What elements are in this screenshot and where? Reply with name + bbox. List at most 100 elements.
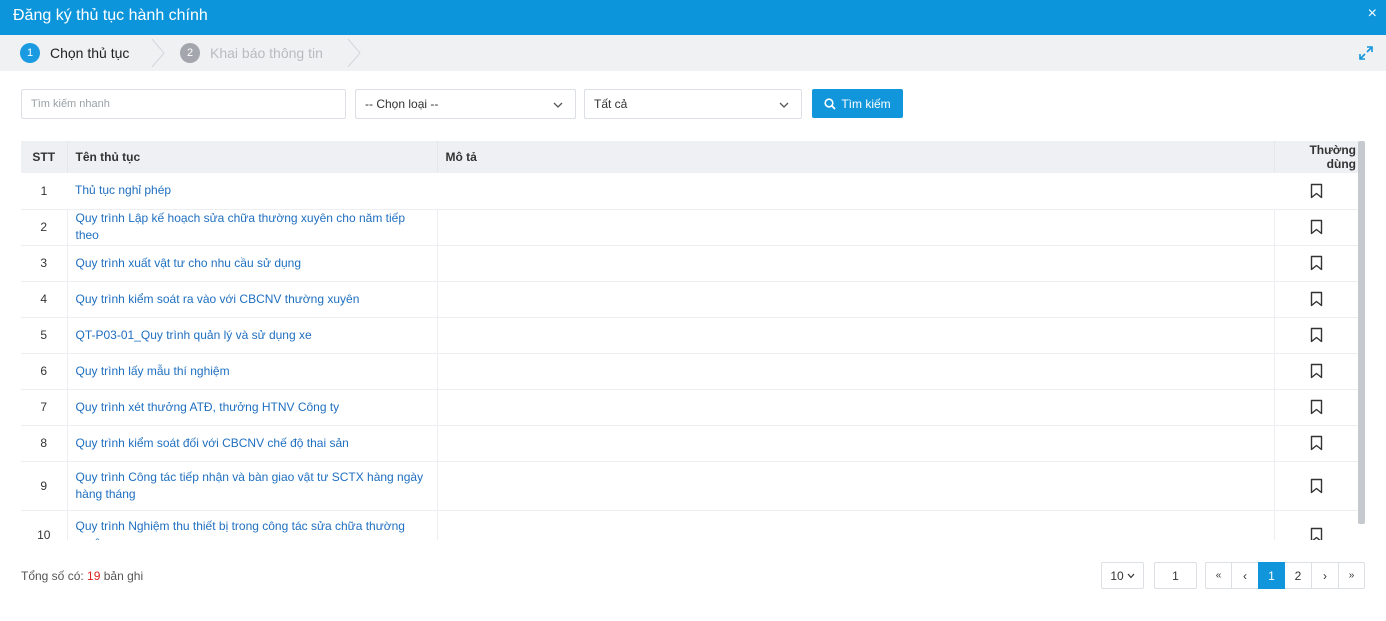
last-page-button[interactable]: » [1338,562,1365,589]
procedure-name-link[interactable]: QT-P03-01_Quy trình quản lý và sử dụng x… [67,317,438,354]
bookmark-icon[interactable] [1310,255,1323,271]
total-records: Tổng số có: 19 bản ghi [21,569,143,583]
step-separator-icon [347,38,361,68]
total-prefix: Tổng số có: [21,569,88,583]
search-button[interactable]: Tìm kiếm [812,89,903,118]
row-stt: 6 [21,353,68,390]
page-2-button[interactable]: 2 [1285,562,1311,589]
procedure-name-link[interactable]: Quy trình Công tác tiếp nhận và bàn giao… [67,461,438,511]
column-header-stt: STT [21,141,68,173]
procedure-name-link[interactable]: Quy trình Nghiệm thu thiết bị trong công… [67,510,438,540]
close-button[interactable]: × [1368,5,1377,23]
bookmark-icon[interactable] [1310,435,1323,451]
procedure-description [437,245,1275,282]
page-size-select[interactable]: 10 [1101,562,1144,589]
bookmark-icon[interactable] [1310,219,1323,235]
procedure-name-link[interactable]: Thủ tục nghỉ phép [67,173,437,210]
column-header-name: Tên thủ tục [67,141,438,173]
frequently-used-toggle[interactable] [1274,173,1358,210]
first-page-button[interactable]: « [1205,562,1231,589]
table-row[interactable]: 8 Quy trình kiểm soát đối với CBCNV chế đ… [21,425,1358,462]
step-label: Khai báo thông tin [210,45,323,61]
step-number: 1 [20,43,40,63]
table-row[interactable]: 7 Quy trình xét thưởng ATĐ, thưởng HTNV C… [21,389,1358,426]
procedure-name-link[interactable]: Quy trình kiểm soát ra vào với CBCNV thư… [67,281,438,318]
table-row[interactable]: 4 Quy trình kiểm soát ra vào với CBCNV th… [21,281,1358,318]
page-number-input[interactable]: 1 [1154,562,1197,589]
row-stt: 3 [21,245,68,282]
procedure-name-link[interactable]: Quy trình Lập kế hoạch sửa chữa thường x… [67,209,438,246]
row-stt: 4 [21,281,68,318]
chevron-down-icon [1127,573,1135,578]
procedure-table: STT Tên thủ tục Mô tả Thường dùng 1 Thủ t… [21,141,1365,540]
table-header-row: STT Tên thủ tục Mô tả Thường dùng [21,141,1358,173]
bookmark-icon[interactable] [1310,363,1323,379]
dialog-title: Đăng ký thủ tục hành chính [13,7,208,24]
procedure-name-link[interactable]: Quy trình xét thưởng ATĐ, thưởng HTNV Cô… [67,389,438,426]
chevron-down-icon [553,102,563,108]
step-number: 2 [180,43,200,63]
procedure-description [437,510,1275,540]
procedure-description [437,281,1275,318]
procedure-description [437,425,1275,462]
procedure-description [437,173,1274,210]
step-choose-procedure[interactable]: 1 Chọn thủ tục [20,35,129,71]
row-stt: 7 [21,389,68,426]
scope-select-value: Tất cả [594,97,628,111]
procedure-name-link[interactable]: Quy trình xuất vật tư cho nhu cầu sử dụn… [67,245,438,282]
frequently-used-toggle[interactable] [1274,209,1358,246]
bookmark-icon[interactable] [1310,183,1323,199]
table-scrollbar[interactable] [1358,141,1365,524]
table-row[interactable]: 2 Quy trình Lập kế hoạch sửa chữa thường … [21,209,1358,246]
prev-page-button[interactable]: ‹ [1231,562,1258,589]
bookmark-icon[interactable] [1310,478,1323,494]
frequently-used-toggle[interactable] [1274,425,1358,462]
search-placeholder: Tìm kiếm nhanh [31,98,110,110]
step-label: Chọn thủ tục [50,45,130,61]
search-icon [824,97,836,110]
procedure-name-link[interactable]: Quy trình kiểm soát đối với CBCNV chế độ… [67,425,438,462]
page-1-button[interactable]: 1 [1258,562,1285,589]
row-stt: 1 [21,173,67,210]
procedure-description [437,209,1275,246]
frequently-used-toggle[interactable] [1274,389,1358,426]
frequently-used-toggle[interactable] [1274,353,1358,390]
frequently-used-toggle[interactable] [1274,317,1358,354]
table-row[interactable]: 5 QT-P03-01_Quy trình quản lý và sử dụng … [21,317,1358,354]
procedure-description [437,353,1275,390]
table-row[interactable]: 3 Quy trình xuất vật tư cho nhu cầu sử dụ… [21,245,1358,282]
bookmark-icon[interactable] [1310,399,1323,415]
procedure-name-link[interactable]: Quy trình lấy mẫu thí nghiệm [67,353,438,390]
search-button-label: Tìm kiếm [841,96,891,111]
step-separator-icon [151,38,165,68]
table-row[interactable]: 10 Quy trình Nghiệm thu thiết bị trong cô… [21,510,1358,540]
frequently-used-toggle[interactable] [1274,461,1358,511]
next-page-button[interactable]: › [1311,562,1338,589]
bookmark-icon[interactable] [1310,527,1323,541]
dialog-titlebar: Đăng ký thủ tục hành chính × [0,0,1386,35]
column-header-frequently-used: Thường dùng [1274,141,1358,173]
step-declare-info[interactable]: 2 Khai báo thông tin [180,35,323,71]
total-count: 19 [87,569,101,583]
type-select[interactable]: -- Chọn loại -- [355,89,576,119]
row-stt: 8 [21,425,68,462]
procedure-description [437,389,1275,426]
procedure-description [437,461,1275,511]
quick-search-input[interactable]: Tìm kiếm nhanh [21,89,346,119]
table-row[interactable]: 9 Quy trình Công tác tiếp nhận và bàn gia… [21,461,1358,511]
frequently-used-toggle[interactable] [1274,281,1358,318]
bookmark-icon[interactable] [1310,327,1323,343]
row-stt: 2 [21,209,68,246]
scope-select[interactable]: Tất cả [584,89,802,119]
row-stt: 9 [21,461,68,511]
page-size-value: 10 [1110,568,1124,583]
frequently-used-toggle[interactable] [1274,510,1358,540]
row-stt: 5 [21,317,68,354]
frequently-used-toggle[interactable] [1274,245,1358,282]
row-stt: 10 [21,510,68,540]
type-select-value: -- Chọn loại -- [365,97,439,111]
expand-icon[interactable] [1359,46,1373,60]
table-row[interactable]: 6 Quy trình lấy mẫu thí nghiệm [21,353,1358,390]
table-row[interactable]: 1 Thủ tục nghỉ phép [21,173,1358,210]
bookmark-icon[interactable] [1310,291,1323,307]
